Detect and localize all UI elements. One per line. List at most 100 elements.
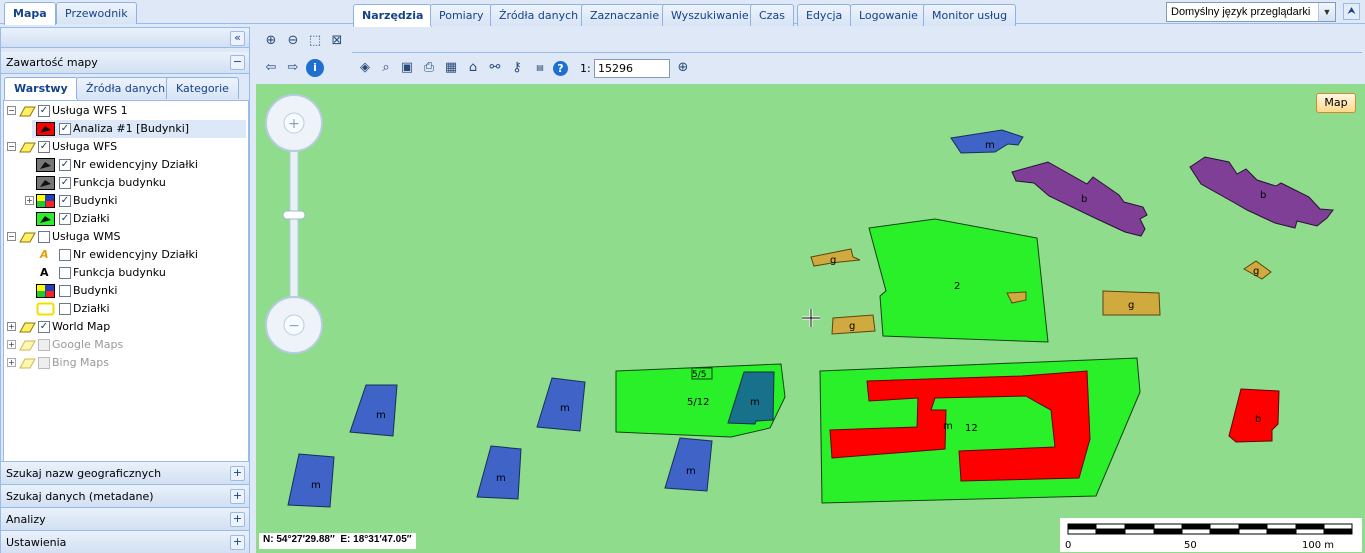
checkbox[interactable] (59, 249, 71, 261)
tree-item-analiza[interactable]: ✓ Analiza #1 [Budynki] (32, 120, 246, 138)
label-parcel-5-5: 5/5 (692, 370, 706, 380)
polygon-layer-icon (36, 158, 55, 172)
tab-czas[interactable]: Czas (750, 4, 794, 26)
help-icon[interactable]: ? (553, 61, 568, 76)
zoom-box-icon[interactable]: ⬚ (306, 32, 324, 50)
save-icon[interactable]: ▣ (398, 59, 416, 77)
print-icon[interactable]: ⎙ (420, 59, 438, 77)
plus-icon[interactable]: + (230, 535, 245, 550)
collapse-icon[interactable]: − (7, 106, 16, 115)
tab-narzedzia[interactable]: Narzędzia (353, 4, 433, 27)
wms-icon[interactable]: ▤ (531, 59, 549, 77)
chevron-down-icon[interactable]: ▼ (1318, 3, 1335, 21)
checkbox[interactable] (59, 303, 71, 315)
tab-logowanie[interactable]: Logowanie (850, 4, 927, 26)
tree-item-budynki[interactable]: + ✓ Budynki (4, 192, 248, 210)
tab-zrodla-danych-map[interactable]: Źródła danych (490, 4, 588, 26)
checkbox[interactable]: ✓ (59, 177, 71, 189)
plus-icon[interactable]: + (230, 466, 245, 481)
checkbox[interactable] (59, 267, 71, 279)
checkbox[interactable]: ✓ (38, 321, 50, 333)
building-blue-m[interactable] (664, 437, 713, 492)
building-red-b[interactable] (1228, 388, 1280, 443)
info-icon[interactable]: i (306, 59, 324, 77)
collapse-up-icon[interactable]: ⮝ (1343, 3, 1360, 20)
checkbox[interactable]: ✓ (59, 195, 71, 207)
building-blue-m[interactable] (349, 384, 398, 437)
tab-mapa[interactable]: Mapa (4, 2, 56, 25)
plus-icon[interactable]: + (230, 512, 245, 527)
expand-icon[interactable]: + (7, 322, 16, 331)
tree-item-wms-funkcja[interactable]: A Funkcja budynku (32, 264, 246, 282)
zoom-slider-handle[interactable] (282, 210, 306, 220)
link-icon[interactable]: ⚯ (486, 59, 504, 77)
tree-item-nr-ewidencyjny[interactable]: ✓ Nr ewidencyjny Działki (32, 156, 246, 174)
zoom-minus-icon[interactable]: − (288, 318, 300, 334)
checkbox[interactable]: ✓ (59, 159, 71, 171)
tree-item-usluga-wfs-1[interactable]: − ✓ Usługa WFS 1 (4, 102, 248, 120)
checkbox[interactable]: ✓ (59, 213, 71, 225)
checkbox[interactable] (38, 339, 50, 351)
panel-szukaj-nazw[interactable]: Szukaj nazw geograficznych + (1, 461, 249, 484)
key-icon[interactable]: ⚷ (508, 59, 526, 77)
table-icon[interactable]: ▦ (442, 59, 460, 77)
folder-layer-icon (19, 142, 36, 153)
scale-input[interactable]: 15296 (594, 59, 670, 78)
zoom-out-icon[interactable]: ⊖ (284, 32, 302, 50)
tree-item-bing-maps[interactable]: + Bing Maps (4, 354, 248, 372)
tree-item-wms-dzialki[interactable]: Działki (32, 300, 246, 318)
search-icon[interactable]: ⌕ (377, 59, 395, 77)
home-icon[interactable]: ⌂ (464, 59, 482, 77)
tab-edycja[interactable]: Edycja (797, 4, 852, 26)
tab-przewodnik[interactable]: Przewodnik (56, 2, 137, 24)
checkbox[interactable] (38, 231, 50, 243)
checkbox[interactable]: ✓ (38, 105, 50, 117)
map-svg[interactable]: + − m m m m m m m m b b b g g g g 2 12 5… (256, 84, 1365, 553)
checkbox[interactable]: ✓ (38, 141, 50, 153)
tree-item-usluga-wms[interactable]: − Usługa WMS (4, 228, 248, 246)
expand-icon[interactable]: + (25, 196, 34, 205)
plus-icon[interactable]: + (230, 489, 245, 504)
arrow-forward-icon[interactable]: ⇨ (284, 59, 302, 77)
map-contents-header[interactable]: Zawartość mapy − (1, 52, 249, 74)
tree-item-wms-budynki[interactable]: Budynki (32, 282, 246, 300)
tab-pomiary[interactable]: Pomiary (430, 4, 493, 26)
layer-tree: − ✓ Usługa WFS 1 ✓ Analiza #1 [Budynki] … (3, 100, 249, 486)
tree-item-world-map[interactable]: + ✓ World Map (4, 318, 248, 336)
tab-zrodla-danych[interactable]: Źródła danych (76, 77, 176, 99)
map-canvas[interactable]: + − m m m m m m m m b b b g g g g 2 12 5… (256, 84, 1365, 553)
zoom-in-icon[interactable]: ⊕ (262, 32, 280, 50)
tree-item-google-maps[interactable]: + Google Maps (4, 336, 248, 354)
tree-item-funkcja-budynku[interactable]: ✓ Funkcja budynku (32, 174, 246, 192)
tab-monitor-uslug[interactable]: Monitor usług (923, 4, 1017, 26)
panel-analizy[interactable]: Analizy + (1, 507, 249, 530)
expand-icon[interactable]: + (7, 340, 16, 349)
zoom-scale-icon[interactable]: ⊕ (674, 59, 692, 77)
tab-kategorie[interactable]: Kategorie (166, 77, 239, 99)
label-b: b (1255, 414, 1261, 425)
panel-ustawienia[interactable]: Ustawienia + (1, 530, 249, 553)
expand-icon[interactable]: + (7, 358, 16, 367)
collapse-icon[interactable]: − (7, 232, 16, 241)
checkbox[interactable] (38, 357, 50, 369)
zoom-plus-icon[interactable]: + (288, 116, 300, 132)
collapse-left-icon[interactable]: « (230, 31, 245, 46)
checkbox[interactable]: ✓ (59, 123, 71, 135)
minus-icon[interactable]: − (230, 55, 245, 70)
collapse-icon[interactable]: − (7, 142, 16, 151)
tab-zaznaczanie[interactable]: Zaznaczanie (581, 4, 669, 26)
language-select[interactable]: Domyślny język przeglądarki ▼ (1166, 2, 1336, 22)
tree-item-usluga-wfs[interactable]: − ✓ Usługa WFS (4, 138, 248, 156)
checkbox[interactable] (59, 285, 71, 297)
tree-item-wms-nr-ewidencyjny[interactable]: A Nr ewidencyjny Działki (32, 246, 246, 264)
panel-szukaj-danych[interactable]: Szukaj danych (metadane) + (1, 484, 249, 507)
map-type-button[interactable]: Map (1316, 93, 1356, 113)
tab-warstwy[interactable]: Warstwy (4, 77, 78, 100)
arrow-back-icon[interactable]: ⇦ (262, 59, 280, 77)
layers-icon[interactable]: ◈ (356, 59, 374, 77)
zoom-extent-icon[interactable]: ⊠ (328, 32, 346, 50)
building-purple-b[interactable] (1011, 161, 1148, 237)
tab-wyszukiwanie[interactable]: Wyszukiwanie (662, 4, 758, 26)
tree-item-dzialki[interactable]: ✓ Działki (32, 210, 246, 228)
zoom-slider[interactable]: + − (265, 94, 323, 354)
